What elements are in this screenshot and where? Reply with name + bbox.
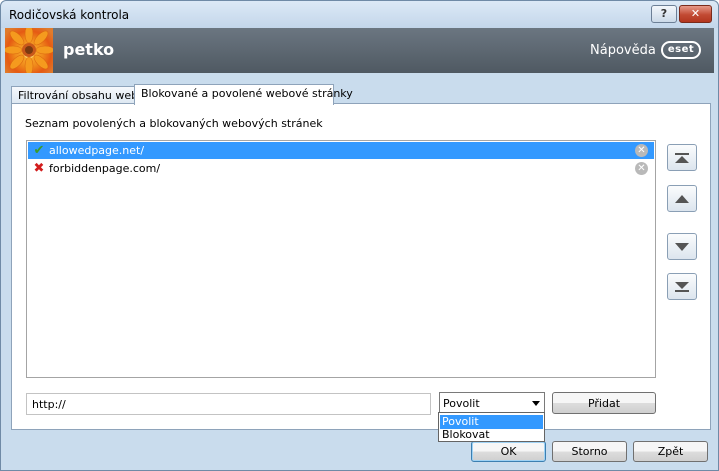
list-item-url: forbiddenpage.com/ [49,162,161,175]
eset-logo: eset [661,41,701,59]
list-item[interactable]: ✔ allowedpage.net/ ✕ [28,142,654,159]
action-select-value: Povolit [443,397,480,410]
remove-icon[interactable]: ✕ [635,162,648,175]
list-heading: Seznam povolených a blokovaných webových… [25,117,323,130]
help-link[interactable]: Nápověda [590,43,656,58]
title-bar: Rodičovská kontrola ? ✕ [1,1,718,28]
help-button[interactable]: ? [651,5,677,23]
dropdown-option-allow[interactable]: Povolit [440,415,543,429]
parental-control-window: Rodičovská kontrola ? ✕ petko Nápověda e… [0,0,719,471]
list-item-url: allowedpage.net/ [49,144,145,157]
profile-name: petko [63,40,115,59]
cancel-button[interactable]: Storno [552,441,627,462]
ok-button[interactable]: OK [471,441,546,462]
move-bottom-icon [675,281,689,292]
check-icon: ✔ [33,143,45,158]
move-bottom-button[interactable] [667,273,697,300]
action-select[interactable]: Povolit [439,392,545,414]
move-up-button[interactable] [667,185,697,212]
add-button[interactable]: Přidat [552,392,656,414]
tab-blocked-allowed-pages[interactable]: Blokované a povolené webové stránky [134,84,353,105]
url-list[interactable]: ✔ allowedpage.net/ ✕ ✖ forbiddenpage.com… [26,140,656,378]
action-dropdown-list[interactable]: Povolit Blokovat [438,412,545,442]
move-top-icon [675,152,689,163]
list-item[interactable]: ✖ forbiddenpage.com/ ✕ [28,160,654,177]
close-button[interactable]: ✕ [679,5,712,23]
remove-icon[interactable]: ✕ [635,144,648,157]
window-title: Rodičovská kontrola [9,8,130,22]
back-button[interactable]: Zpět [633,441,708,462]
chevron-down-icon[interactable] [532,401,540,406]
profile-header: petko Nápověda eset [5,28,714,73]
cross-icon: ✖ [33,161,45,176]
move-top-button[interactable] [667,144,697,171]
flower-icon [5,28,53,73]
move-down-button[interactable] [667,233,697,260]
tab-panel: Seznam povolených a blokovaných webových… [11,103,711,430]
arrow-down-icon [675,242,689,251]
url-input[interactable] [26,393,431,415]
dropdown-option-block[interactable]: Blokovat [440,428,543,442]
arrow-up-icon [675,194,689,203]
profile-picture [5,28,53,73]
